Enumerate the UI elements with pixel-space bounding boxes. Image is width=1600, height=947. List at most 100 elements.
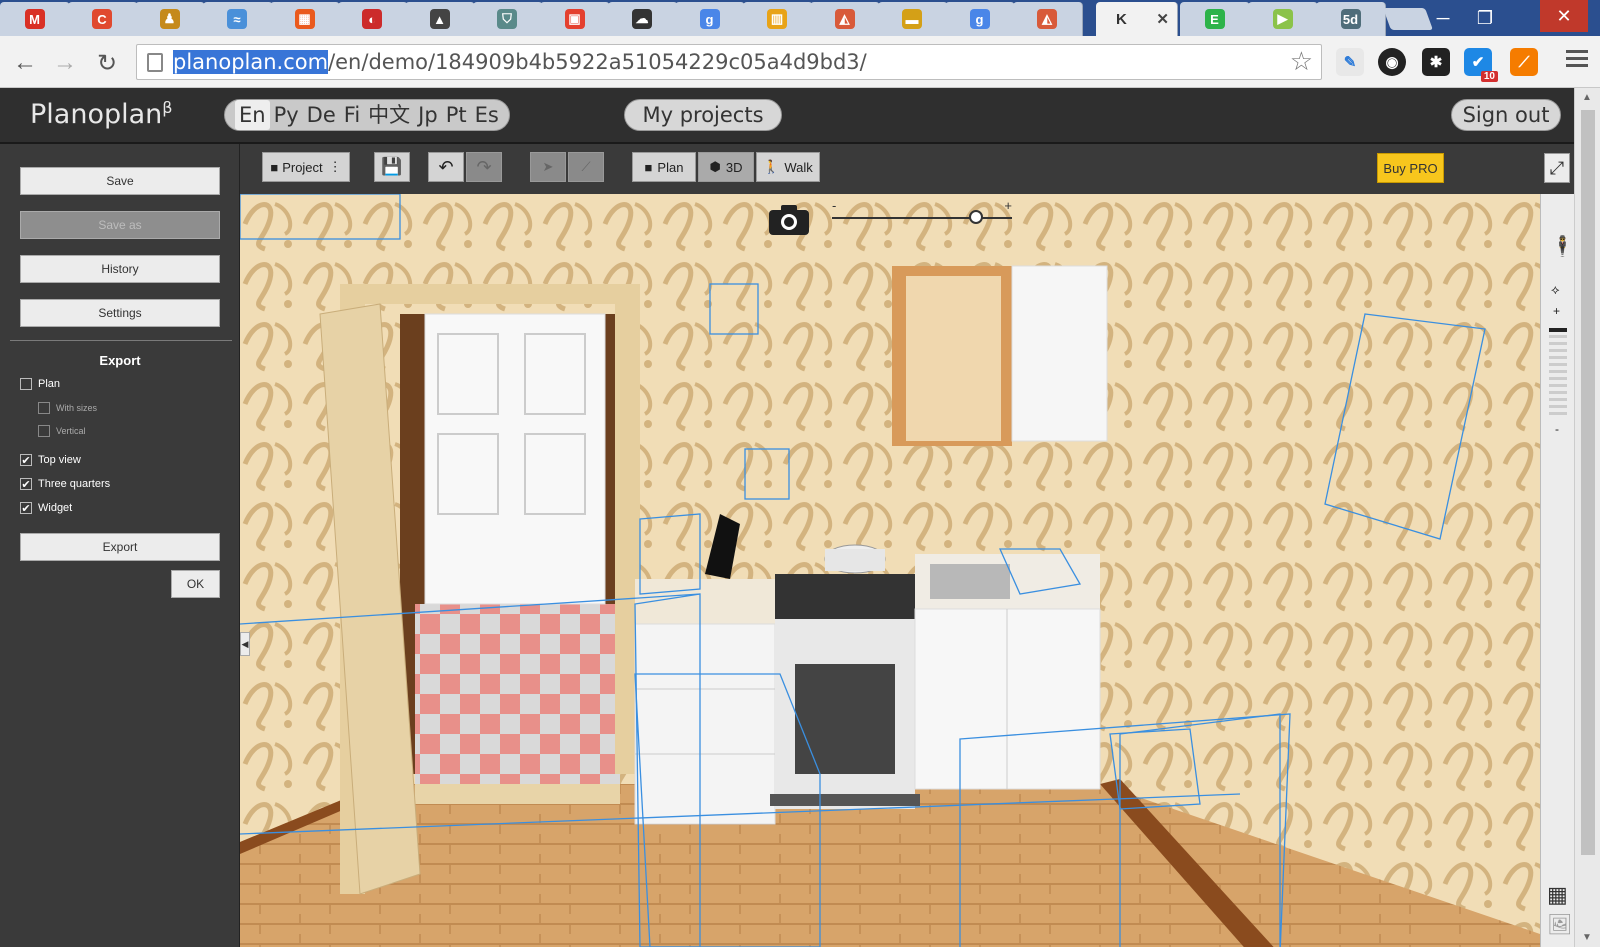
tab-close-icon[interactable]: ✕ <box>1156 10 1169 28</box>
language-option[interactable]: Pt <box>442 100 471 130</box>
checkbox-box[interactable] <box>20 378 32 390</box>
language-option[interactable]: 中文 <box>364 100 414 130</box>
sign-out-button[interactable]: Sign out <box>1451 99 1561 131</box>
browser-tab[interactable]: ▶ <box>1248 2 1318 36</box>
puzzle-extension-icon[interactable]: ✱ <box>1422 48 1450 76</box>
browser-tab[interactable]: M <box>0 2 70 36</box>
rail-zoom-out[interactable]: - <box>1555 422 1559 436</box>
checkbox-box[interactable]: ✔ <box>20 454 32 467</box>
with-sizes-checkbox[interactable]: With sizes <box>38 402 97 414</box>
reader-icon: ▣ <box>564 9 585 29</box>
wall-tool-icon[interactable]: ⟋ <box>568 152 604 182</box>
minimize-icon[interactable]: ─ <box>1422 4 1464 32</box>
person-view-icon[interactable]: 🕴 <box>1550 234 1575 259</box>
browser-tab[interactable]: ▲ <box>405 2 475 36</box>
collapse-panel-icon[interactable]: ◀ <box>240 632 250 656</box>
redo-icon[interactable]: ↷ <box>466 152 502 182</box>
browser-tab[interactable]: ▦ <box>270 2 340 36</box>
bookmark-star-icon[interactable]: ☆ <box>1290 47 1313 77</box>
walk-view-button[interactable]: 🚶 Walk <box>756 152 820 182</box>
language-option[interactable]: De <box>303 100 340 130</box>
eyedropper-extension-icon[interactable]: ✎ <box>1336 48 1364 76</box>
plan-view-button[interactable]: ■ Plan <box>632 152 696 182</box>
browser-tab[interactable]: g <box>675 2 745 36</box>
browser-tab[interactable]: 5d <box>1316 2 1386 36</box>
language-option[interactable]: En <box>235 100 270 130</box>
back-icon[interactable]: ← <box>10 48 40 78</box>
browser-tab[interactable]: E <box>1180 2 1250 36</box>
vertical-checkbox[interactable]: Vertical <box>38 425 86 437</box>
widget-checkbox[interactable]: ✔ Widget <box>20 502 72 515</box>
checkbox-box[interactable] <box>38 402 50 414</box>
buy-pro-button[interactable]: Buy PRO <box>1377 153 1444 183</box>
3d-label: 3D <box>725 159 743 175</box>
active-tab[interactable]: K ✕ <box>1096 2 1178 36</box>
browser-tab[interactable]: g <box>945 2 1015 36</box>
history-button[interactable]: History <box>20 255 220 283</box>
3d-viewport[interactable]: ◀ <box>240 194 1540 947</box>
top-view-checkbox[interactable]: ✔ Top view <box>20 454 81 467</box>
fullscreen-icon[interactable]: ⤢ <box>1544 153 1570 183</box>
reload-icon[interactable]: ↻ <box>92 48 122 78</box>
walk-label: Walk <box>784 159 813 175</box>
language-option[interactable]: Ру <box>270 100 303 130</box>
zoom-handle[interactable] <box>969 210 983 224</box>
save-button[interactable]: Save <box>20 167 220 195</box>
scroll-up-icon[interactable]: ▲ <box>1582 92 1592 103</box>
browser-tab[interactable]: ≈ <box>202 2 273 36</box>
browser-tab[interactable]: ☁ <box>607 2 678 36</box>
shield-icon: ⛉ <box>497 9 517 29</box>
half-circle-icon: ◐ <box>362 9 382 29</box>
color-wheel-extension-icon[interactable]: ◉ <box>1378 48 1406 76</box>
url-domain: planoplan.com <box>173 50 329 74</box>
forward-icon[interactable]: → <box>50 48 80 78</box>
address-bar[interactable]: planoplan.com/en/demo/184909b4b5922a5105… <box>136 44 1322 80</box>
settings-button[interactable]: Settings <box>20 299 220 327</box>
ok-button[interactable]: OK <box>171 570 220 598</box>
triangle-app-icon: ◭ <box>1037 9 1057 29</box>
checkbox-box[interactable] <box>38 425 50 437</box>
project-menu-button[interactable]: ■ Project ⋮ <box>262 152 350 182</box>
plan-checkbox[interactable]: Plan <box>20 378 60 390</box>
analytics-extension-icon[interactable]: ⟋ <box>1510 48 1538 76</box>
window-close-icon[interactable]: ✕ <box>1540 0 1588 32</box>
checkbox-extension-icon[interactable]: ✔ 10 <box>1464 48 1498 82</box>
browser-tab[interactable]: ◭ <box>1012 2 1083 36</box>
rail-zoom-scale[interactable] <box>1549 328 1567 416</box>
browser-tab[interactable]: ▥ <box>742 2 813 36</box>
browser-tab[interactable]: ◭ <box>810 2 880 36</box>
language-option[interactable]: Fi <box>340 100 364 130</box>
browser-tab[interactable]: ⛉ <box>472 2 543 36</box>
language-option[interactable]: Jp <box>414 100 442 130</box>
browser-tab[interactable]: ◐ <box>337 2 408 36</box>
camera-icon[interactable] <box>767 203 811 237</box>
zoom-track <box>832 217 1012 219</box>
scroll-down-icon[interactable]: ▼ <box>1582 932 1592 943</box>
rail-zoom-in[interactable]: + <box>1553 304 1560 318</box>
zoom-slider[interactable]: - + <box>830 198 1022 228</box>
my-projects-button[interactable]: My projects <box>624 99 782 131</box>
browser-tab[interactable]: ▬ <box>877 2 948 36</box>
app-logo[interactable]: Planoplanβ <box>30 98 172 130</box>
page-scrollbar[interactable]: ▲ ▼ <box>1574 88 1600 947</box>
image-icon[interactable]: 🖼 <box>1547 912 1572 937</box>
browser-tab[interactable]: ▣ <box>540 2 610 36</box>
checkbox-box[interactable]: ✔ <box>20 478 32 491</box>
restore-icon[interactable]: ❐ <box>1464 4 1506 32</box>
browser-tab[interactable]: ♟ <box>135 2 205 36</box>
scroll-thumb[interactable] <box>1581 110 1595 855</box>
undo-icon[interactable]: ↶ <box>428 152 464 182</box>
select-cursor-icon[interactable]: ➤ <box>530 152 566 182</box>
three-quarters-checkbox[interactable]: ✔ Three quarters <box>20 478 110 491</box>
language-option[interactable]: Es <box>471 100 503 130</box>
checkbox-box[interactable]: ✔ <box>20 502 32 515</box>
save-disk-icon[interactable]: 💾 <box>374 152 410 182</box>
3d-view-button[interactable]: ⬢ 3D <box>698 152 754 182</box>
chat-icon: ☁ <box>632 9 652 29</box>
grid-icon[interactable]: ▦ <box>1547 882 1568 908</box>
browser-menu-icon[interactable] <box>1566 50 1588 71</box>
export-button[interactable]: Export <box>20 533 220 561</box>
compass-icon[interactable]: ⟡ <box>1551 282 1560 298</box>
browser-tab[interactable]: C <box>67 2 138 36</box>
save-as-button[interactable]: Save as <box>20 211 220 239</box>
